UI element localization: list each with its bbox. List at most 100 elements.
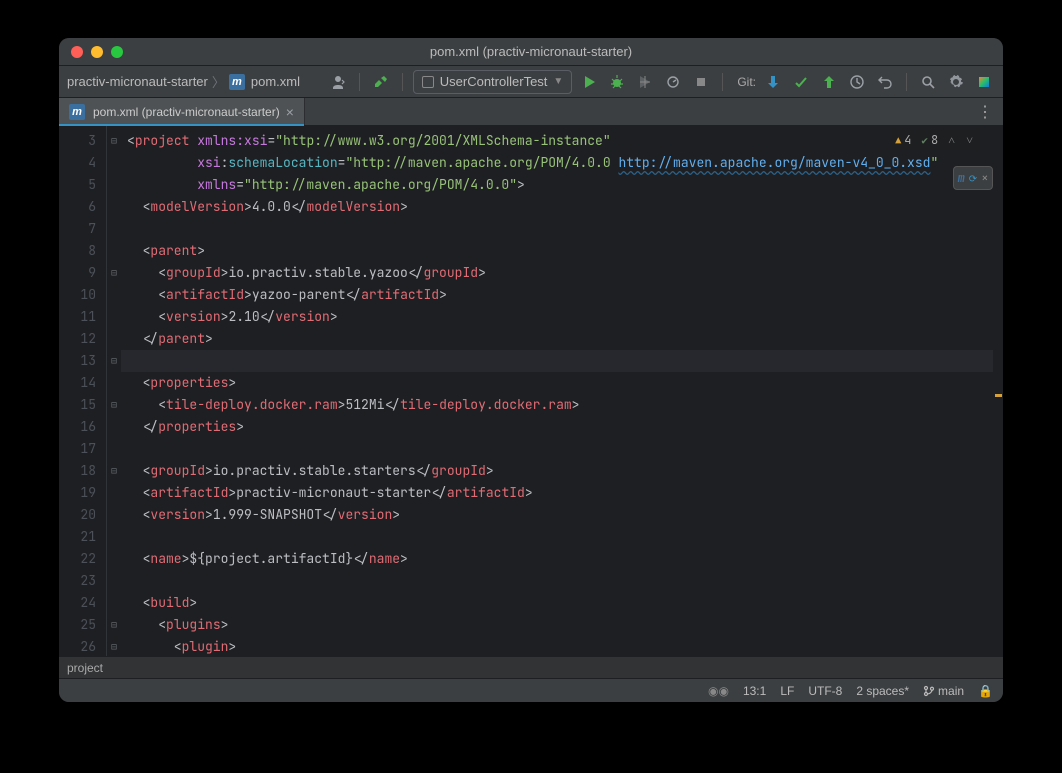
fold-toggle-icon[interactable]: ⊟ (107, 394, 121, 416)
warning-count[interactable]: 4 (895, 132, 911, 148)
close-tab-icon[interactable]: × (286, 104, 294, 120)
code-line[interactable]: <artifactId>practiv-micronaut-starter</a… (127, 482, 1003, 504)
code-line[interactable]: </parent> (127, 328, 1003, 350)
settings-gear-icon[interactable] (945, 71, 967, 93)
editor-breadcrumb[interactable]: project (59, 656, 1003, 678)
push-icon[interactable] (818, 71, 840, 93)
breadcrumb-file[interactable]: pom.xml (251, 74, 300, 89)
breadcrumb-node[interactable]: project (67, 661, 103, 675)
code-line[interactable]: <parent> (127, 240, 1003, 262)
run-configuration-select[interactable]: UserControllerTest ▼ (413, 70, 573, 94)
code-line[interactable]: <name>${project.artifactId}</name> (127, 548, 1003, 570)
line-number[interactable]: 3 (59, 130, 102, 152)
commit-icon[interactable] (790, 71, 812, 93)
build-hammer-icon[interactable] (370, 71, 392, 93)
line-number[interactable]: 15 (59, 394, 102, 416)
code-line[interactable]: <project xmlns:xsi="http://www.w3.org/20… (127, 130, 1003, 152)
stop-button[interactable] (690, 71, 712, 93)
update-project-icon[interactable] (762, 71, 784, 93)
code-line[interactable] (127, 570, 1003, 592)
code-with-me-icon[interactable] (327, 71, 349, 93)
code-line[interactable]: <plugin> (127, 636, 1003, 656)
minimize-window-button[interactable] (91, 46, 103, 58)
line-number-gutter[interactable]: 3456789101112131415161718192021222324252… (59, 126, 107, 656)
code-line[interactable]: <modelVersion>4.0.0</modelVersion> (127, 196, 1003, 218)
weak-warning-count[interactable]: 8 (921, 132, 938, 148)
line-number[interactable]: 4 (59, 152, 102, 174)
jetbrains-toolbox-icon[interactable] (973, 71, 995, 93)
maximize-window-button[interactable] (111, 46, 123, 58)
code-line[interactable]: <groupId>io.practiv.stable.yazoo</groupI… (127, 262, 1003, 284)
code-line[interactable]: <properties> (127, 372, 1003, 394)
fold-toggle-icon[interactable]: ⊟ (107, 614, 121, 636)
debug-button[interactable] (606, 71, 628, 93)
editor-tab[interactable]: m pom.xml (practiv-micronaut-starter) × (59, 98, 305, 125)
line-number[interactable]: 20 (59, 504, 102, 526)
line-number[interactable]: 6 (59, 196, 102, 218)
line-number[interactable]: 16 (59, 416, 102, 438)
indent-settings[interactable]: 2 spaces* (856, 684, 909, 698)
close-float-icon[interactable]: × (981, 170, 988, 186)
code-line[interactable]: <artifactId>yazoo-parent</artifactId> (127, 284, 1003, 306)
line-number[interactable]: 13 (59, 350, 102, 372)
next-prev-highlight[interactable]: ˄ ˅ (948, 132, 975, 148)
line-separator[interactable]: LF (780, 684, 794, 698)
code-line[interactable]: xmlns="http://maven.apache.org/POM/4.0.0… (127, 174, 1003, 196)
fold-toggle-icon[interactable]: ⊟ (107, 460, 121, 482)
profile-button[interactable] (662, 71, 684, 93)
line-number[interactable]: 7 (59, 218, 102, 240)
code-line[interactable] (121, 350, 1003, 372)
readonly-lock-icon[interactable]: 🔒 (978, 684, 993, 698)
breadcrumb-project[interactable]: practiv-micronaut-starter (67, 74, 208, 89)
fold-toggle-icon[interactable]: ⊟ (107, 350, 121, 372)
fold-toggle-icon[interactable]: ⊟ (107, 130, 121, 152)
code-line[interactable]: <groupId>io.practiv.stable.starters</gro… (127, 460, 1003, 482)
rollback-icon[interactable] (874, 71, 896, 93)
code-line[interactable]: <version>2.10</version> (127, 306, 1003, 328)
code-line[interactable]: xsi:schemaLocation="http://maven.apache.… (127, 152, 1003, 174)
run-button[interactable] (578, 71, 600, 93)
coverage-button[interactable] (634, 71, 656, 93)
copilot-status-icon[interactable]: ◉◉ (708, 684, 729, 698)
maven-reload-float[interactable]: m ⟳ × (953, 166, 993, 190)
line-number[interactable]: 17 (59, 438, 102, 460)
line-number[interactable]: 21 (59, 526, 102, 548)
fold-toggle-icon[interactable]: ⊟ (107, 636, 121, 656)
search-everywhere-icon[interactable] (917, 71, 939, 93)
code-line[interactable]: <version>1.999-SNAPSHOT</version> (127, 504, 1003, 526)
line-number[interactable]: 12 (59, 328, 102, 350)
code-line[interactable] (127, 526, 1003, 548)
line-number[interactable]: 23 (59, 570, 102, 592)
close-window-button[interactable] (71, 46, 83, 58)
code-editor[interactable]: 3456789101112131415161718192021222324252… (59, 126, 1003, 656)
line-number[interactable]: 5 (59, 174, 102, 196)
code-line[interactable]: <build> (127, 592, 1003, 614)
git-branch-widget[interactable]: main (923, 684, 964, 698)
error-stripe[interactable] (993, 126, 1003, 656)
nav-breadcrumbs[interactable]: practiv-micronaut-starter 〉 m pom.xml (67, 72, 300, 91)
line-number[interactable]: 26 (59, 636, 102, 656)
tab-more-icon[interactable]: ⋮ (967, 98, 1003, 125)
line-number[interactable]: 22 (59, 548, 102, 570)
code-line[interactable]: <tile-deploy.docker.ram>512Mi</tile-depl… (127, 394, 1003, 416)
inspections-widget[interactable]: 4 8 ˄ ˅ (891, 130, 979, 150)
caret-position[interactable]: 13:1 (743, 684, 766, 698)
line-number[interactable]: 14 (59, 372, 102, 394)
fold-column[interactable]: ⊟⊟⊟⊟⊟⊟⊟⊟ (107, 126, 121, 656)
line-number[interactable]: 11 (59, 306, 102, 328)
line-number[interactable]: 18 (59, 460, 102, 482)
code-area[interactable]: 4 8 ˄ ˅ m ⟳ × <project xmlns:xsi="http:/… (121, 126, 1003, 656)
history-icon[interactable] (846, 71, 868, 93)
line-number[interactable]: 10 (59, 284, 102, 306)
line-number[interactable]: 9 (59, 262, 102, 284)
code-line[interactable]: <plugins> (127, 614, 1003, 636)
file-encoding[interactable]: UTF-8 (808, 684, 842, 698)
line-number[interactable]: 8 (59, 240, 102, 262)
code-line[interactable] (127, 218, 1003, 240)
line-number[interactable]: 19 (59, 482, 102, 504)
line-number[interactable]: 25 (59, 614, 102, 636)
code-line[interactable]: </properties> (127, 416, 1003, 438)
fold-toggle-icon[interactable]: ⊟ (107, 262, 121, 284)
code-line[interactable] (127, 438, 1003, 460)
line-number[interactable]: 24 (59, 592, 102, 614)
